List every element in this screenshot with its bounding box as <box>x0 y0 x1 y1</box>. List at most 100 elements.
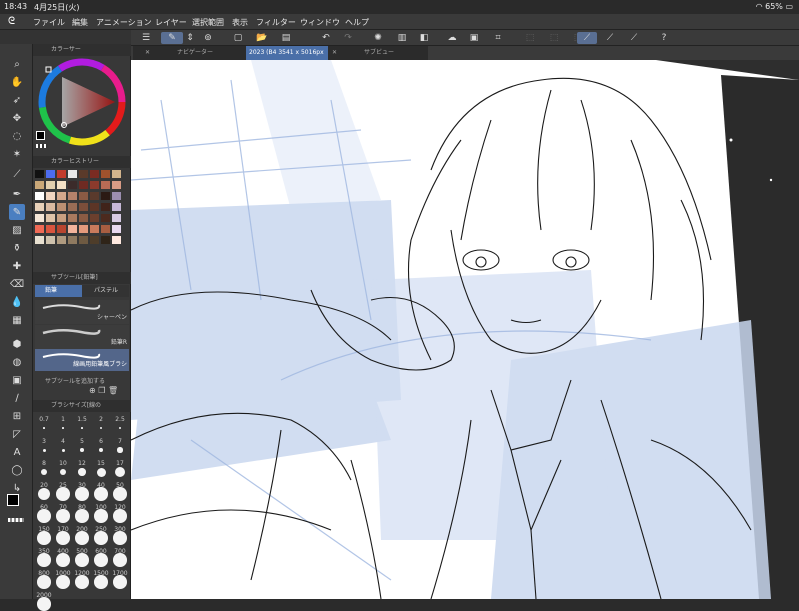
brush-size-option[interactable]: 350 <box>35 548 53 555</box>
color-wheel[interactable] <box>37 57 127 147</box>
menu-filter[interactable]: フィルター <box>256 17 296 28</box>
menu-selection[interactable]: 選択範囲 <box>192 17 224 28</box>
cloud-icon[interactable]: ☁ <box>445 32 459 44</box>
brush-size-option[interactable]: 10 <box>54 460 72 467</box>
brush-size-option[interactable]: 0.7 <box>35 416 53 423</box>
brush-size-option[interactable]: 7 <box>111 438 129 445</box>
subtool-tab-pastel[interactable]: パステル <box>82 285 129 297</box>
menu-animation[interactable]: アニメーション <box>96 17 152 28</box>
color-history-grid[interactable] <box>35 170 129 260</box>
line-icon[interactable]: ∕ <box>9 390 25 406</box>
redo-icon[interactable]: ↷ <box>341 32 355 44</box>
magic-wand-icon[interactable]: ✶ <box>9 146 25 162</box>
color-wheel-main-swatch[interactable] <box>36 131 45 140</box>
color-history-swatch[interactable] <box>101 225 110 233</box>
brush-size-option[interactable]: 6 <box>92 438 110 445</box>
main-color-swatch[interactable] <box>7 494 19 506</box>
brush-size-option[interactable]: 700 <box>111 548 129 555</box>
brush-size-option[interactable]: 5 <box>73 438 91 445</box>
stabilizer-2-icon[interactable]: ⟋ <box>603 32 617 44</box>
color-history-swatch[interactable] <box>57 181 66 189</box>
deselect-icon[interactable]: ⬚ <box>523 32 537 44</box>
frame-icon[interactable]: ⊞ <box>9 408 25 424</box>
color-history-swatch[interactable] <box>35 236 44 244</box>
new-document-icon[interactable]: ▢ <box>231 32 245 44</box>
color-history-swatch[interactable] <box>101 214 110 222</box>
color-history-swatch[interactable] <box>90 236 99 244</box>
lasso-icon[interactable]: ◌ <box>9 128 25 144</box>
brush-size-option[interactable]: 1700 <box>111 570 129 577</box>
brush-size-option[interactable]: 600 <box>92 548 110 555</box>
color-history-swatch[interactable] <box>68 203 77 211</box>
brush-size-option[interactable]: 1000 <box>54 570 72 577</box>
pencil-icon[interactable]: ✎ <box>9 204 25 220</box>
eyedropper-icon[interactable]: ⟋ <box>9 166 25 182</box>
brush-size-option[interactable]: 150 <box>35 526 53 533</box>
invert-selection-icon[interactable]: ⬚ <box>547 32 561 44</box>
color-history-swatch[interactable] <box>46 170 55 178</box>
hsv-bar[interactable] <box>36 144 48 148</box>
menu-edit[interactable]: 編集 <box>72 17 88 28</box>
color-history-swatch[interactable] <box>90 170 99 178</box>
color-history-swatch[interactable] <box>35 214 44 222</box>
brush-size-option[interactable]: 4 <box>54 438 72 445</box>
color-history-swatch[interactable] <box>68 192 77 200</box>
crop-icon[interactable]: ⌗ <box>491 32 505 44</box>
color-history-swatch[interactable] <box>46 181 55 189</box>
zoom-icon[interactable]: ⌕ <box>9 56 25 72</box>
brush-size-option[interactable]: 50 <box>111 482 129 489</box>
brush-size-option[interactable]: 200 <box>73 526 91 533</box>
brush-size-option[interactable]: 15 <box>92 460 110 467</box>
pattern-icon[interactable]: ▦ <box>9 312 25 328</box>
stabilizer-1-icon[interactable]: ⟋ <box>577 32 597 44</box>
color-history-swatch[interactable] <box>112 181 121 189</box>
color-history-swatch[interactable] <box>68 225 77 233</box>
trash-icon[interactable]: 🗑 <box>108 386 118 395</box>
color-history-swatch[interactable] <box>101 192 110 200</box>
color-history-swatch[interactable] <box>90 214 99 222</box>
reference-layer-icon[interactable]: ⊚ <box>201 32 215 44</box>
color-history-swatch[interactable] <box>46 225 55 233</box>
color-history-swatch[interactable] <box>79 192 88 200</box>
brush-size-option[interactable]: 12 <box>73 460 91 467</box>
color-history-swatch[interactable] <box>57 214 66 222</box>
color-history-swatch[interactable] <box>68 181 77 189</box>
brush-size-option[interactable]: 40 <box>92 482 110 489</box>
menu-help[interactable]: ヘルプ <box>345 17 369 28</box>
undo-icon[interactable]: ↶ <box>319 32 333 44</box>
brush-size-option[interactable]: 800 <box>35 570 53 577</box>
edit-layer-icon[interactable]: ✎ <box>161 32 183 44</box>
brush-size-option[interactable]: 1 <box>54 416 72 423</box>
navigator-panel-tab[interactable]: ✕ ナビゲーター <box>133 46 248 60</box>
brush-size-option[interactable]: 1.5 <box>73 416 91 423</box>
brush-lineart-pencil[interactable]: 線画用鉛筆風ブラシ <box>35 349 129 371</box>
color-history-swatch[interactable] <box>101 203 110 211</box>
brush-size-option[interactable]: 2 <box>92 416 110 423</box>
layer-up-down-icon[interactable]: ⇕ <box>183 32 197 44</box>
color-history-swatch[interactable] <box>68 214 77 222</box>
close-icon[interactable]: ✕ <box>145 46 150 60</box>
brush-size-option[interactable]: 2.5 <box>111 416 129 423</box>
menu-window[interactable]: ウィンドウ <box>300 17 340 28</box>
add-subtool-button[interactable]: サブツールを追加する <box>35 376 129 386</box>
menu-file[interactable]: ファイル <box>33 17 65 28</box>
canvas-area[interactable] <box>131 60 799 599</box>
gradient-icon[interactable]: ◍ <box>9 354 25 370</box>
color-history-swatch[interactable] <box>35 170 44 178</box>
color-history-swatch[interactable] <box>35 203 44 211</box>
clear-icon[interactable]: ▥ <box>395 32 409 44</box>
eraser-icon[interactable]: ⌫ <box>9 276 25 292</box>
brush-size-option[interactable]: 17 <box>111 460 129 467</box>
color-history-swatch[interactable] <box>112 192 121 200</box>
balloon-icon[interactable]: ◯ <box>9 462 25 478</box>
color-history-swatch[interactable] <box>79 225 88 233</box>
save-icon[interactable]: ▤ <box>279 32 293 44</box>
brush-size-option[interactable]: 8 <box>35 460 53 467</box>
color-history-swatch[interactable] <box>112 214 121 222</box>
color-history-swatch[interactable] <box>112 203 121 211</box>
open-icon[interactable]: 📂 <box>255 32 269 44</box>
fill-icon[interactable]: ⬢ <box>9 336 25 352</box>
document-tab[interactable]: 2023 (B4 3541 x 5016px <box>246 46 328 60</box>
color-history-swatch[interactable] <box>68 170 77 178</box>
color-history-swatch[interactable] <box>90 203 99 211</box>
